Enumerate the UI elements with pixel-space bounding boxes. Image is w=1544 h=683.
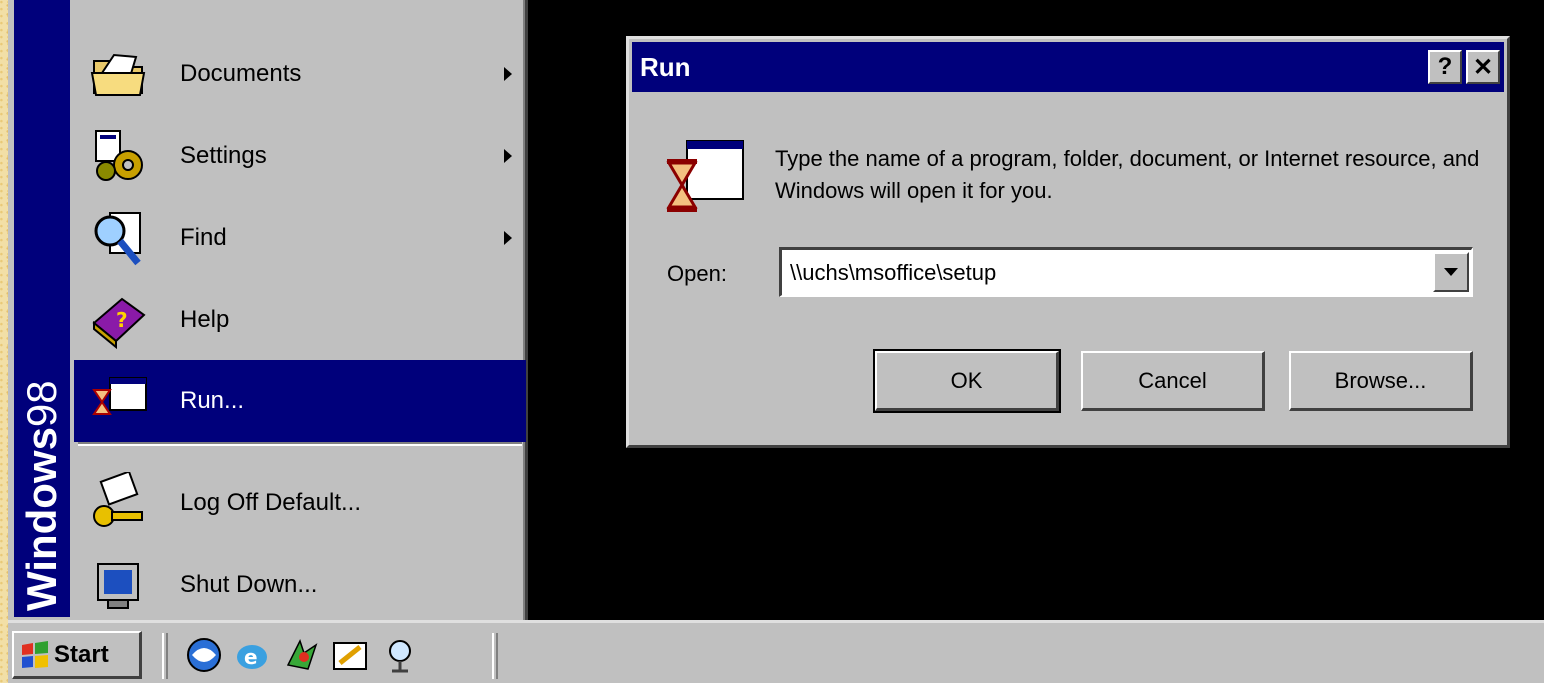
brand-bar: Windows98 — [14, 0, 70, 617]
log-off-key-icon — [93, 472, 143, 527]
brand-text: Windows98 — [18, 380, 65, 611]
menu-item-documents[interactable]: Documents — [74, 33, 526, 115]
chevron-down-icon — [1444, 268, 1458, 276]
view-channels-icon[interactable] — [380, 635, 420, 675]
taskbar: Start e — [8, 620, 1544, 683]
run-icon — [92, 377, 147, 415]
settings-icon — [95, 130, 143, 181]
dialog-titlebar[interactable]: Run ? ✕ — [632, 42, 1504, 92]
browse-button[interactable]: Browse... — [1289, 351, 1473, 411]
dialog-description: Type the name of a program, folder, docu… — [775, 146, 1480, 203]
menu-label-shut-down: Shut Down... — [180, 571, 318, 598]
help-button[interactable]: ? — [1428, 50, 1462, 84]
start-menu: Windows98 Documents Settings Find ? Help… — [8, 0, 528, 630]
open-input[interactable] — [782, 250, 1422, 295]
menu-item-find[interactable]: Find — [74, 197, 526, 279]
channels-icon[interactable] — [282, 635, 322, 675]
documents-folder-icon — [90, 53, 146, 96]
dropdown-button[interactable] — [1433, 252, 1469, 292]
show-desktop-icon[interactable] — [330, 635, 370, 675]
taskbar-grip — [162, 633, 168, 679]
submenu-arrow-icon — [504, 231, 512, 245]
open-label: Open: — [667, 261, 727, 286]
internet-explorer-icon[interactable] — [184, 635, 224, 675]
start-label: Start — [54, 640, 109, 668]
start-button[interactable]: Start — [12, 631, 142, 679]
menu-separator — [78, 442, 522, 446]
shut-down-icon — [97, 563, 139, 609]
taskbar-grip — [492, 633, 498, 679]
desktop-screen: Windows98 Documents Settings Find ? Help… — [8, 0, 1544, 683]
cancel-button[interactable]: Cancel — [1081, 351, 1265, 411]
find-icon — [94, 212, 141, 266]
menu-item-settings[interactable]: Settings — [74, 115, 526, 197]
menu-label-settings: Settings — [180, 142, 267, 169]
run-dialog: Run ? ✕ Type the name of a program, fold… — [626, 36, 1510, 448]
menu-label-help: Help — [180, 306, 230, 333]
menu-label-find: Find — [180, 224, 227, 251]
menu-item-shut-down[interactable]: Shut Down... — [74, 544, 526, 626]
menu-item-run[interactable]: Run... — [74, 360, 526, 442]
menu-label-run: Run... — [180, 387, 245, 414]
svg-text:?: ? — [116, 308, 128, 332]
brand-bold: Windows — [18, 427, 65, 611]
outlook-express-icon[interactable]: e — [232, 635, 272, 675]
submenu-arrow-icon — [504, 149, 512, 163]
ok-button[interactable]: OK — [873, 349, 1061, 413]
menu-label-log-off: Log Off Default... — [180, 489, 361, 516]
svg-text:e: e — [244, 645, 258, 669]
run-dialog-icon — [666, 140, 744, 212]
brand-light: 98 — [18, 380, 65, 428]
close-button[interactable]: ✕ — [1466, 50, 1500, 84]
submenu-arrow-icon — [504, 67, 512, 81]
dialog-title: Run — [640, 51, 691, 82]
help-book-icon: ? — [92, 297, 146, 350]
menu-item-log-off[interactable]: Log Off Default... — [74, 462, 526, 544]
menu-item-help[interactable]: ? Help — [74, 279, 526, 361]
open-combobox[interactable] — [779, 247, 1473, 297]
windows-logo-icon — [22, 640, 48, 668]
menu-label-documents: Documents — [180, 60, 302, 87]
